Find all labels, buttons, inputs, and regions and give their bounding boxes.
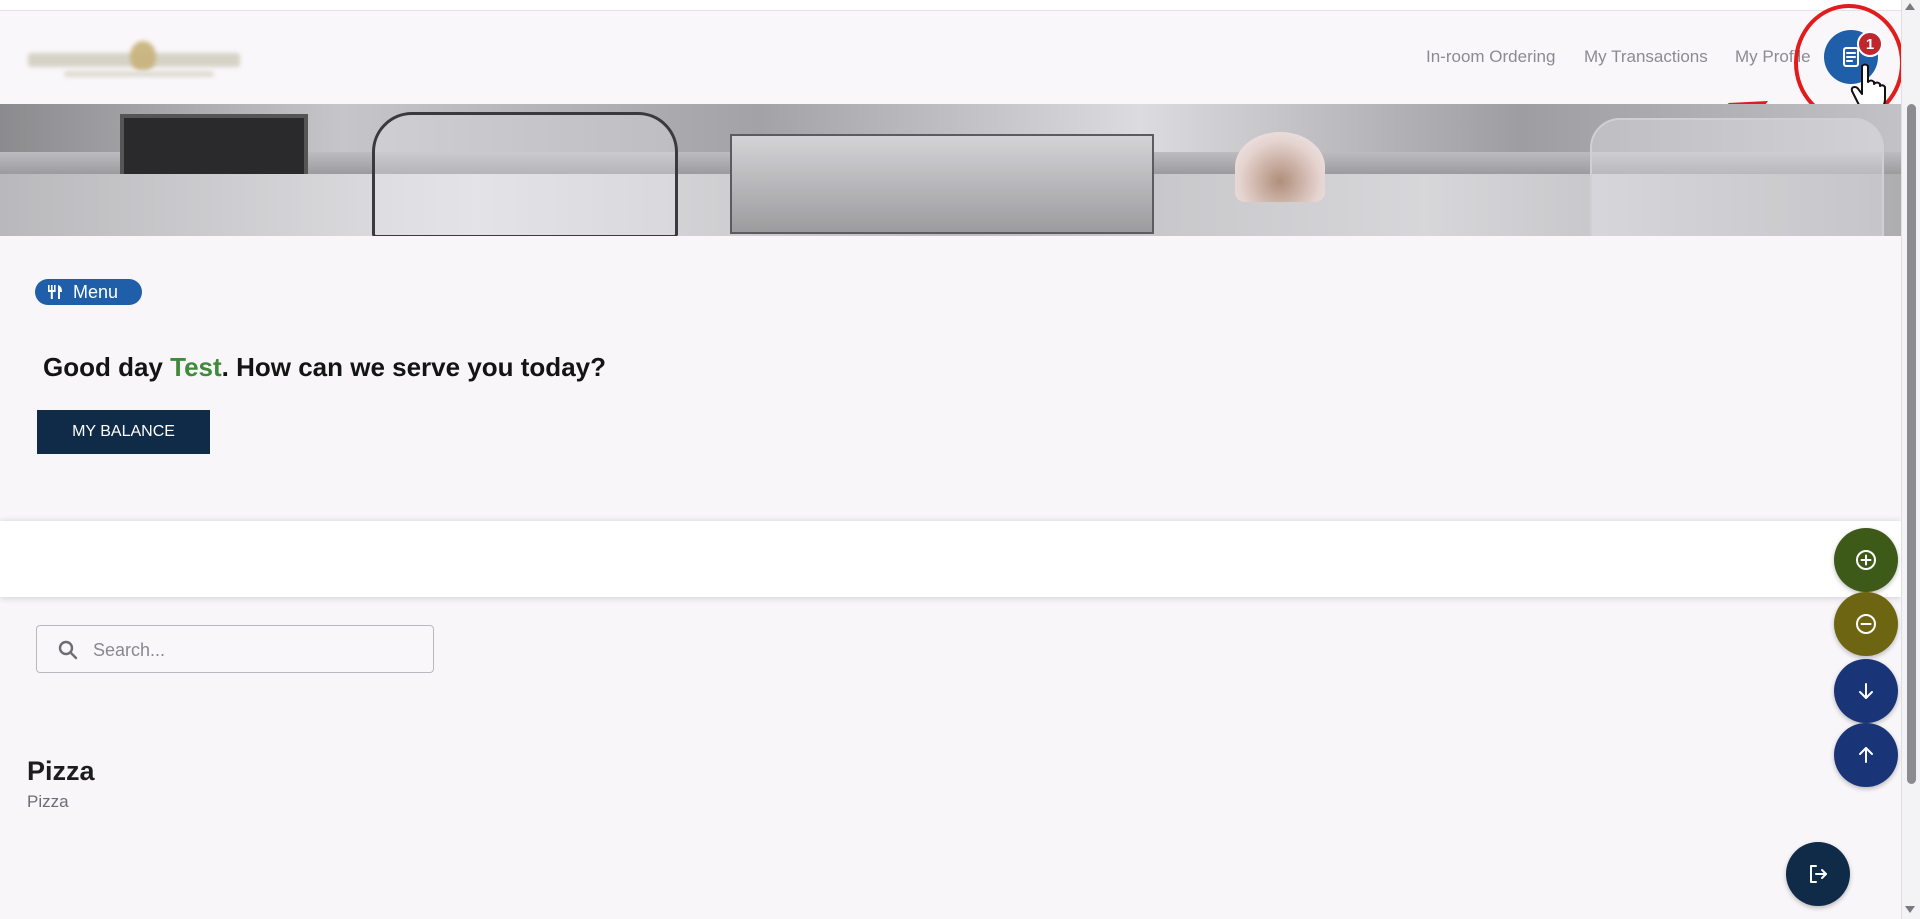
scrollbar-up-arrow-icon[interactable] bbox=[1905, 3, 1915, 10]
category-subtitle: Pizza bbox=[27, 792, 69, 811]
zoom-out-button[interactable] bbox=[1834, 592, 1898, 656]
search-box[interactable] bbox=[36, 625, 434, 674]
greeting-user-name: Test bbox=[170, 352, 222, 382]
nav-my-transactions[interactable]: My Transactions bbox=[1584, 47, 1708, 67]
nav-my-profile[interactable]: My Profile bbox=[1735, 47, 1811, 67]
scrollbar-down-arrow-icon[interactable] bbox=[1905, 906, 1915, 913]
zoom-in-button[interactable] bbox=[1834, 528, 1898, 592]
search-input[interactable] bbox=[91, 626, 425, 674]
logo-tagline bbox=[64, 71, 214, 77]
nav-in-room-ordering[interactable]: In-room Ordering bbox=[1426, 47, 1555, 67]
utensils-icon bbox=[48, 285, 62, 299]
arrow-down-icon bbox=[1859, 683, 1873, 699]
plus-circle-icon bbox=[1856, 550, 1876, 570]
minus-circle-icon bbox=[1856, 614, 1876, 634]
greeting-suffix: . How can we serve you today? bbox=[221, 352, 606, 382]
logout-icon bbox=[1810, 865, 1827, 883]
greeting-prefix: Good day bbox=[43, 352, 171, 382]
arrow-up-icon bbox=[1859, 747, 1873, 763]
category-title: Pizza bbox=[27, 756, 95, 786]
scrollbar-thumb[interactable] bbox=[1907, 104, 1916, 784]
cart-count-badge: 1 bbox=[1857, 31, 1883, 57]
logout-button[interactable] bbox=[1786, 842, 1850, 906]
greeting-heading: Good day Test. How can we serve you toda… bbox=[43, 352, 606, 383]
menu-chip[interactable]: Menu bbox=[35, 279, 142, 305]
menu-chip-label: Menu bbox=[73, 281, 119, 302]
hero-banner-image bbox=[0, 104, 1901, 236]
scroll-up-button[interactable] bbox=[1834, 723, 1898, 787]
category-bar bbox=[0, 521, 1901, 597]
my-balance-button[interactable]: MY BALANCE bbox=[37, 410, 210, 454]
brand-logo[interactable] bbox=[28, 41, 268, 113]
logo-crest-icon bbox=[130, 41, 156, 71]
top-strip bbox=[0, 0, 1901, 11]
search-icon bbox=[58, 640, 78, 660]
scroll-down-button[interactable] bbox=[1834, 659, 1898, 723]
